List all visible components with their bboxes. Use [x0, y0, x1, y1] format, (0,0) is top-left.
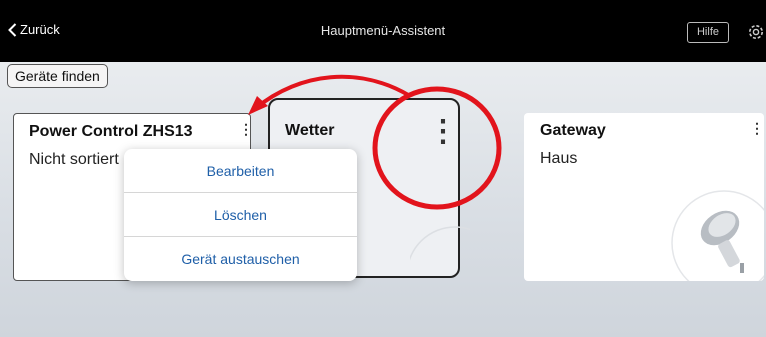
gateway-device-image — [671, 190, 764, 281]
card-subtitle: Haus — [540, 150, 578, 167]
menu-item-edit[interactable]: Bearbeiten — [124, 149, 357, 193]
gear-icon[interactable] — [746, 22, 766, 42]
card-subtitle: Nicht sortiert — [29, 151, 119, 168]
weather-sensor-image — [410, 226, 470, 261]
more-options-icon[interactable]: ⋮ — [239, 122, 253, 136]
find-devices-button[interactable]: Geräte finden — [7, 64, 108, 88]
card-title: Power Control ZHS13 — [29, 123, 193, 140]
device-card-gateway[interactable]: Gateway ⋮ Haus — [524, 113, 764, 281]
more-options-icon[interactable]: ⋮ — [428, 117, 458, 147]
card-title: Wetter — [285, 122, 335, 139]
top-bar: Zurück Hauptmenü-Assistent Hilfe — [0, 0, 766, 62]
page-title: Hauptmenü-Assistent — [320, 23, 446, 38]
card-title: Gateway — [540, 122, 606, 139]
main-content: Geräte finden Power Control ZHS13 ⋮ Nich… — [0, 62, 766, 337]
menu-item-replace-device[interactable]: Gerät austauschen — [124, 237, 357, 281]
context-menu: Bearbeiten Löschen Gerät austauschen — [124, 149, 357, 281]
more-options-icon[interactable]: ⋮ — [750, 121, 764, 135]
menu-item-delete[interactable]: Löschen — [124, 193, 357, 237]
help-button[interactable]: Hilfe — [687, 22, 729, 43]
